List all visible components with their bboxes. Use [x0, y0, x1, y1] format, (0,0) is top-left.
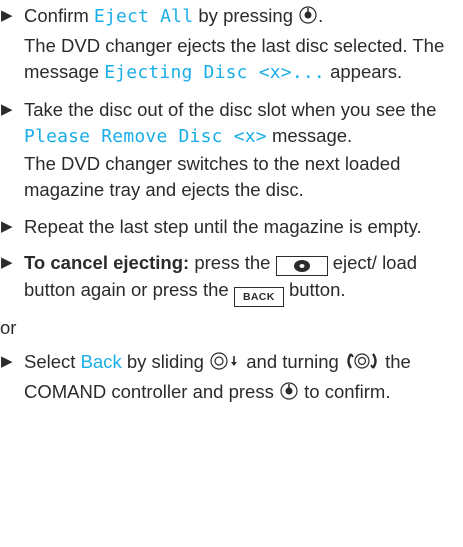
ui-label-eject-all: Eject All — [93, 6, 194, 27]
press-controller-icon — [279, 381, 299, 409]
or-separator: or — [0, 316, 17, 338]
step-cancel-ejecting: ▶ To cancel ejecting: press the eject/ l… — [0, 250, 463, 307]
step-text: button. — [283, 278, 346, 300]
step-text: Take the disc out of the disc slot when … — [24, 98, 437, 120]
triangle-bullet-icon: ▶ — [1, 7, 13, 24]
step-heading: To cancel ejecting: — [24, 252, 190, 273]
back-key-icon: BACK — [233, 286, 284, 307]
press-controller-icon — [298, 5, 318, 33]
step-text: . — [318, 5, 324, 26]
step-text: Repeat the last step until the magazine … — [24, 215, 422, 237]
triangle-bullet-icon: ▶ — [1, 254, 13, 271]
step-text: message. — [266, 125, 353, 146]
ui-message-ejecting-disc: Ejecting Disc <x>... — [104, 62, 325, 83]
step-confirm-eject-all: ▶ Confirm Eject All by pressing . The DV… — [0, 3, 463, 87]
step-result-text: The DVD changer switches to the next loa… — [24, 152, 401, 201]
turn-controller-icon — [344, 351, 380, 379]
step-text: Select — [24, 351, 81, 373]
ui-message-please-remove-disc: Please Remove Disc <x> — [24, 126, 267, 147]
ui-label-back: Back — [80, 351, 122, 373]
slide-down-controller-icon — [209, 351, 241, 379]
step-select-back: ▶ Select Back by sliding and turning the… — [0, 349, 463, 408]
instruction-page: ▶ Confirm Eject All by pressing . The DV… — [0, 3, 463, 418]
step-repeat: ▶ Repeat the last step until the magazin… — [0, 214, 463, 241]
step-result-text: appears. — [324, 61, 403, 82]
eject-button-icon — [275, 256, 328, 276]
triangle-bullet-icon: ▶ — [1, 217, 13, 235]
step-text: by pressing — [193, 5, 299, 26]
step-text: by sliding — [121, 351, 210, 373]
triangle-bullet-icon: ▶ — [1, 100, 13, 118]
step-text: and turning — [241, 351, 344, 373]
step-text: to confirm. — [298, 380, 391, 402]
step-text: press the — [189, 252, 276, 273]
step-text: Confirm — [24, 5, 94, 26]
step-take-disc: ▶ Take the disc out of the disc slot whe… — [0, 97, 463, 204]
triangle-bullet-icon: ▶ — [1, 353, 13, 371]
